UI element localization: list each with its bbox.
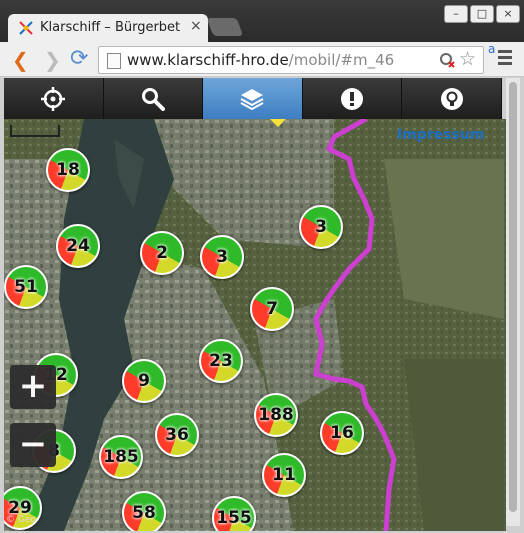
cluster-marker[interactable]: 11 (262, 453, 306, 497)
minimize-button[interactable]: – (444, 5, 468, 23)
impressum-link[interactable]: Impressum (397, 127, 484, 143)
marker-count: 185 (103, 447, 139, 467)
marker-count: 9 (138, 371, 150, 391)
bookmark-star-icon[interactable]: ☆ (459, 48, 476, 70)
cluster-marker[interactable]: 9 (122, 359, 166, 403)
layers-button[interactable] (203, 78, 303, 119)
page-icon (107, 53, 121, 69)
cluster-marker[interactable]: 58 (122, 491, 166, 531)
marker-count: 16 (330, 423, 354, 443)
scale-line (10, 125, 60, 137)
zoom-out-button[interactable]: − (10, 423, 56, 467)
extension-icon[interactable] (439, 52, 455, 68)
marker-count: 3 (216, 247, 228, 267)
marker-count: 155 (216, 508, 252, 528)
tab-title: Klarschiff – Bürgerbet (40, 20, 181, 35)
map-view[interactable]: Impressum 18 3 24 2 3 51 7 23 12 9 188 3… (4, 119, 506, 531)
url-host: www.klarschiff-hro.de (127, 51, 289, 69)
cluster-marker[interactable]: 7 (250, 287, 294, 331)
cluster-marker[interactable]: 18 (46, 148, 90, 192)
cluster-marker[interactable]: 23 (199, 339, 243, 383)
marker-count: 24 (66, 236, 90, 256)
app-toolbar (4, 78, 502, 119)
menu-icon[interactable] (498, 50, 512, 68)
cluster-marker[interactable]: 36 (155, 413, 199, 457)
search-icon (141, 87, 165, 111)
scrollbar-thumb[interactable] (509, 82, 517, 512)
marker-count: 23 (209, 351, 233, 371)
browser-tab[interactable]: Klarschiff – Bürgerbet × (8, 14, 208, 42)
marker-count: 36 (165, 425, 189, 445)
map-attribution: © Geo (6, 515, 36, 525)
marker-count: 7 (266, 299, 278, 319)
reload-icon[interactable]: ⟳ (70, 46, 88, 71)
window-titlebar: Klarschiff – Bürgerbet × – □ × (0, 0, 524, 42)
cluster-marker[interactable]: 3 (200, 235, 244, 279)
new-tab-button[interactable] (206, 18, 244, 36)
locate-icon (41, 86, 66, 111)
marker-count: 188 (258, 405, 294, 425)
alert-button[interactable] (302, 78, 403, 119)
url-text: www.klarschiff-hro.de/mobil/#m_46 (127, 51, 394, 69)
favicon-icon (19, 21, 33, 35)
marker-count: 2 (156, 243, 168, 263)
marker-count: 3 (315, 217, 327, 237)
lightbulb-icon (440, 87, 463, 110)
address-bar[interactable]: www.klarschiff-hro.de/mobil/#m_46 ☆ (98, 46, 484, 74)
layers-icon (241, 88, 264, 110)
url-path: /mobil/#m_46 (288, 51, 395, 69)
idea-button[interactable] (402, 78, 502, 119)
marker-count: 51 (14, 277, 38, 297)
tab-close-button[interactable]: × (190, 18, 202, 34)
cluster-marker[interactable]: 51 (4, 265, 48, 309)
cluster-marker[interactable]: 16 (320, 411, 364, 455)
marker-count: 11 (272, 465, 296, 485)
marker-count: 18 (56, 160, 80, 180)
marker-count: 58 (132, 503, 156, 523)
page-scrollbar[interactable] (506, 78, 520, 526)
alert-icon (341, 87, 364, 110)
back-arrow-icon[interactable]: ❮ (12, 48, 29, 72)
search-button[interactable] (103, 78, 204, 119)
account-icon[interactable]: a (488, 42, 495, 56)
cluster-marker[interactable]: 188 (254, 393, 298, 437)
locate-button[interactable] (4, 78, 104, 119)
cluster-marker[interactable]: 24 (56, 224, 100, 268)
maximize-button[interactable]: □ (470, 5, 494, 23)
cluster-marker[interactable]: 2 (140, 231, 184, 275)
cluster-marker[interactable]: 3 (299, 205, 343, 249)
cluster-marker[interactable]: 185 (99, 435, 143, 479)
zoom-in-button[interactable]: + (10, 365, 56, 409)
forward-arrow-icon[interactable]: ❯ (44, 48, 61, 72)
close-window-button[interactable]: × (496, 5, 520, 23)
browser-toolbar: ❮ ❯ ⟳ www.klarschiff-hro.de/mobil/#m_46 … (0, 42, 524, 77)
